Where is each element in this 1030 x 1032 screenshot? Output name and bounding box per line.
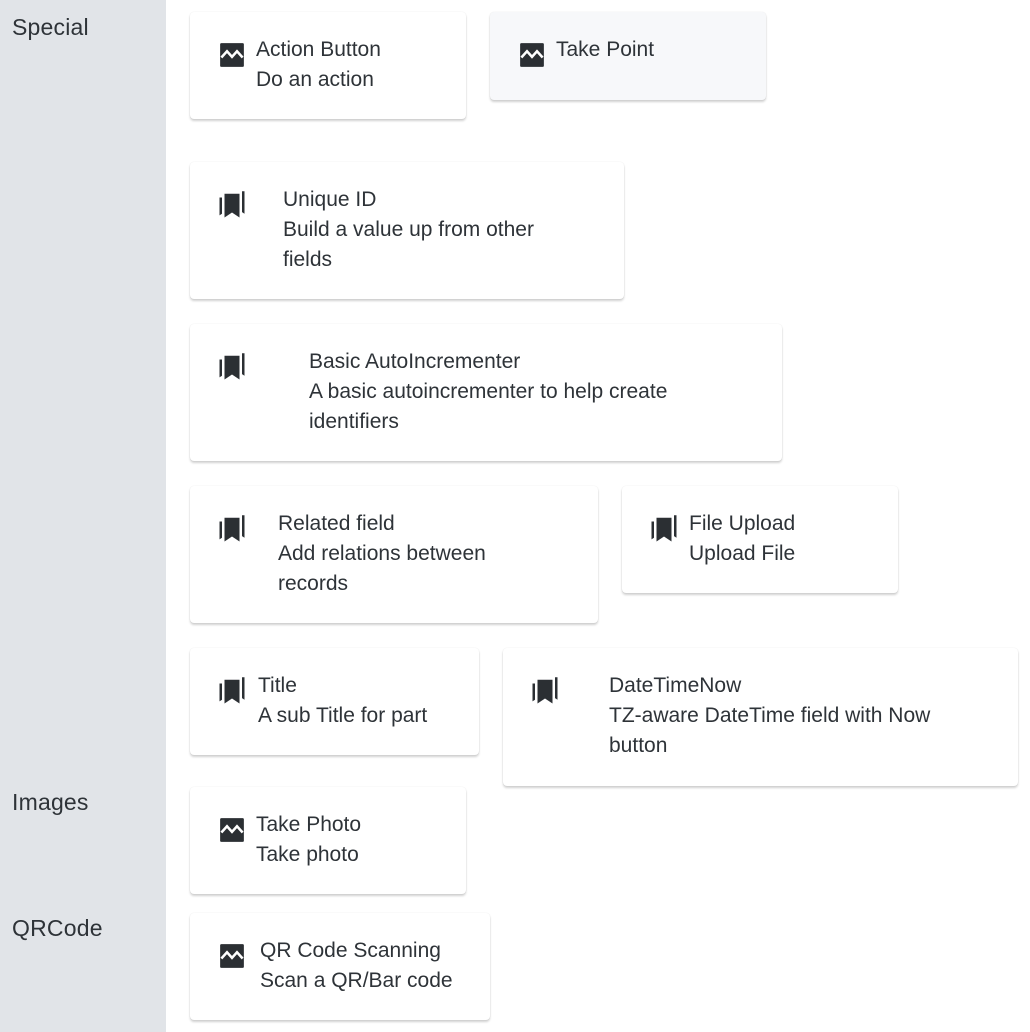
- sidebar: [0, 0, 166, 1032]
- card-qr-code-scanning[interactable]: QR Code Scanning Scan a QR/Bar code: [190, 913, 490, 1020]
- card-title-field[interactable]: Title A sub Title for part: [190, 648, 479, 755]
- card-title: Unique ID: [283, 188, 377, 211]
- card-title: Take Point: [556, 38, 655, 61]
- card-description-line1: TZ-aware DateTime field with Now: [609, 704, 931, 727]
- card-title: Related field: [278, 512, 395, 535]
- card-title: Action Button: [256, 38, 381, 61]
- image-icon: [220, 818, 244, 842]
- image-icon: [220, 944, 244, 968]
- bookmarks-icon: [219, 353, 245, 380]
- card-description-line2: fields: [283, 248, 333, 271]
- bookmarks-icon: [219, 191, 245, 218]
- card-description: Do an action: [256, 68, 374, 91]
- card-description-line1: A basic autoincrementer to help create: [309, 380, 668, 403]
- card-description-line1: Add relations between: [278, 542, 486, 565]
- card-title: Basic AutoIncrementer: [309, 350, 521, 373]
- image-icon: [220, 43, 244, 67]
- card-take-photo[interactable]: Take Photo Take photo: [190, 787, 466, 894]
- card-description: A sub Title for part: [258, 704, 428, 727]
- bookmarks-icon: [651, 515, 677, 542]
- section-label-qrcode: QRCode: [12, 915, 103, 941]
- bookmarks-icon: [532, 677, 558, 704]
- card-basic-autoincrementer[interactable]: Basic AutoIncrementer A basic autoincrem…: [190, 324, 782, 461]
- card-action-button[interactable]: Action Button Do an action: [190, 12, 466, 119]
- card-title: QR Code Scanning: [260, 939, 441, 962]
- bookmarks-icon: [219, 515, 245, 542]
- card-description-line1: Build a value up from other: [283, 218, 534, 241]
- card-title: File Upload: [689, 512, 796, 535]
- image-icon: [520, 43, 544, 67]
- card-description: Take photo: [256, 843, 359, 866]
- card-file-upload[interactable]: File Upload Upload File: [622, 486, 898, 593]
- card-datetimenow[interactable]: DateTimeNow TZ-aware DateTime field with…: [503, 648, 1018, 786]
- bookmarks-icon: [219, 677, 245, 704]
- card-description: Scan a QR/Bar code: [260, 969, 453, 992]
- section-label-images: Images: [12, 789, 89, 815]
- section-label-special: Special: [12, 14, 89, 40]
- card-description-line2: button: [609, 734, 668, 757]
- card-related-field[interactable]: Related field Add relations between reco…: [190, 486, 598, 623]
- field-picker: Special Images QRCode Action Button Do a…: [0, 0, 1030, 1032]
- card-take-point[interactable]: Take Point: [490, 12, 766, 100]
- card-description-line2: records: [278, 572, 349, 595]
- card-description: Upload File: [689, 542, 796, 565]
- card-description-line2: identifiers: [309, 410, 399, 433]
- card-unique-id[interactable]: Unique ID Build a value up from other fi…: [190, 162, 624, 299]
- card-title: Title: [258, 674, 297, 697]
- card-title: Take Photo: [256, 813, 362, 836]
- card-title: DateTimeNow: [609, 674, 742, 697]
